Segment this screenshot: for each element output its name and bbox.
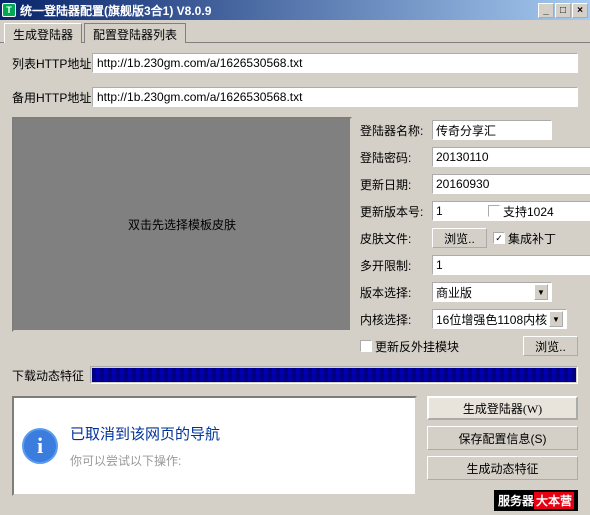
vsel-label: 版本选择: [360, 284, 432, 301]
checkbox-icon [360, 340, 372, 352]
kernel-select[interactable]: 16位增强色1108内核▼ [432, 309, 567, 329]
close-button[interactable]: × [572, 3, 588, 18]
chk-patch[interactable]: ✓集成补丁 [493, 230, 556, 247]
preview-hint: 双击先选择模板皮肤 [128, 216, 236, 233]
pwd-input[interactable] [432, 147, 590, 167]
name-label: 登陆器名称: [360, 122, 432, 139]
backup-url-label: 备用HTTP地址 [12, 89, 92, 106]
browse-anti-button[interactable]: 浏览.. [523, 336, 578, 356]
message-title: 已取消到该网页的导航 [70, 423, 220, 444]
skin-preview[interactable]: 双击先选择模板皮肤 [12, 117, 352, 332]
tab-generate[interactable]: 生成登陆器 [4, 23, 82, 43]
message-pane: i 已取消到该网页的导航 你可以尝试以下操作: [12, 396, 417, 496]
feature-label: 下载动态特征 [12, 367, 84, 384]
name-input[interactable] [432, 120, 552, 140]
version-select[interactable]: 商业版▼ [432, 282, 552, 302]
tab-strip: 生成登陆器 配置登陆器列表 [0, 20, 590, 42]
info-icon: i [22, 428, 58, 464]
save-config-button[interactable]: 保存配置信息(S) [427, 426, 578, 450]
chk-anticheat[interactable]: 更新反外挂模块 [360, 338, 459, 355]
checkbox-icon: ✓ [493, 232, 505, 244]
list-url-label: 列表HTTP地址 [12, 55, 92, 72]
tab-configlist[interactable]: 配置登陆器列表 [84, 23, 186, 43]
maximize-button[interactable]: □ [555, 3, 571, 18]
backup-url-input[interactable] [92, 87, 578, 107]
list-url-input[interactable] [92, 53, 578, 73]
chevron-down-icon: ▼ [549, 311, 563, 327]
skin-label: 皮肤文件: [360, 230, 432, 247]
message-sub: 你可以尝试以下操作: [70, 452, 220, 469]
checkbox-icon [488, 205, 500, 217]
generate-button[interactable]: 生成登陆器(W) [427, 396, 578, 420]
app-icon: T [2, 3, 16, 17]
chevron-down-icon: ▼ [534, 284, 548, 300]
gen-feature-button[interactable]: 生成动态特征 [427, 456, 578, 480]
date-label: 更新日期: [360, 176, 432, 193]
progress-bar [90, 366, 578, 384]
limit-input[interactable] [432, 255, 590, 275]
browse-skin-button[interactable]: 浏览.. [432, 228, 487, 248]
footer-ad[interactable]: 服务器大本营 [494, 490, 578, 511]
window-title: 统一登陆器配置(旗舰版3合1) V8.0.9 [20, 2, 538, 19]
titlebar: T 统一登陆器配置(旗舰版3合1) V8.0.9 _ □ × [0, 0, 590, 20]
date-input[interactable] [432, 174, 590, 194]
limit-label: 多开限制: [360, 257, 432, 274]
ver-label: 更新版本号: [360, 203, 432, 220]
pwd-label: 登陆密码: [360, 149, 432, 166]
minimize-button[interactable]: _ [538, 3, 554, 18]
chk-1024[interactable]: 支持1024 [488, 203, 554, 220]
kernel-label: 内核选择: [360, 311, 432, 328]
